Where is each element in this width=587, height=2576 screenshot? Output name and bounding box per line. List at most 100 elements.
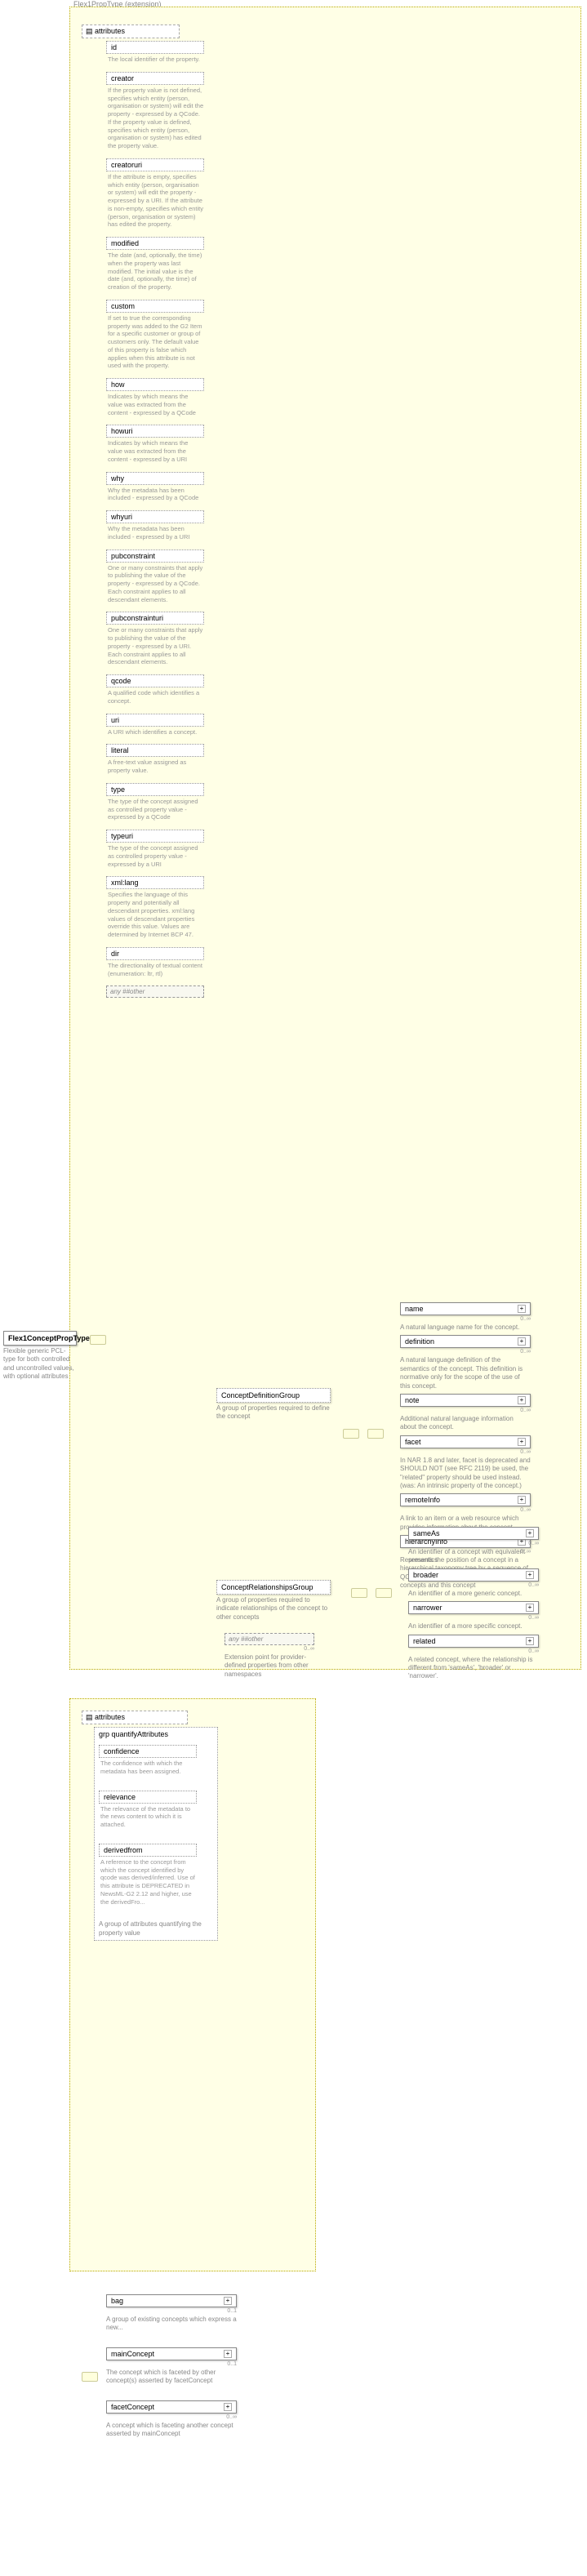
element-facet: facet+0..∞In NAR 1.8 and later, facet is… <box>400 1435 531 1491</box>
attr-name[interactable]: howuri <box>106 425 204 438</box>
element-desc: A natural language name for the concept. <box>400 1324 531 1332</box>
element-mult: 0..∞ <box>408 1648 539 1654</box>
expand-icon[interactable]: + <box>526 1637 534 1645</box>
expand-icon[interactable]: + <box>224 2403 232 2411</box>
element-mult: 0..∞ <box>106 2414 237 2420</box>
element-related: related+0..∞ A related concept, where the… <box>408 1635 539 1681</box>
attr-name[interactable]: modified <box>106 237 204 250</box>
expand-icon[interactable]: + <box>526 1604 534 1612</box>
element-box[interactable]: remoteInfo+ <box>400 1493 531 1506</box>
crg-box[interactable]: ConceptRelationshipsGroup <box>216 1580 331 1595</box>
attr-name[interactable]: why <box>106 472 204 485</box>
attr-desc: The type of the concept assigned as cont… <box>106 844 204 868</box>
attr-name[interactable]: id <box>106 41 204 54</box>
attr-name[interactable]: derivedfrom <box>99 1844 197 1857</box>
choice-icon <box>82 2372 98 2382</box>
attr-name[interactable]: typeuri <box>106 830 204 843</box>
attr-qcode: qcodeA qualified code which identifies a… <box>106 674 204 705</box>
attr-name[interactable]: creatoruri <box>106 158 204 171</box>
expand-icon[interactable]: + <box>518 1305 526 1313</box>
attr-name[interactable]: confidence <box>99 1745 197 1758</box>
element-box[interactable]: bag+ <box>106 2294 237 2307</box>
attr-desc: The date (and, optionally, the time) whe… <box>106 251 204 291</box>
expand-icon[interactable]: + <box>526 1529 534 1537</box>
main-type-desc: Flexible generic PCL-type for both contr… <box>3 1347 77 1381</box>
element-mainConcept: mainConcept+0..1The concept which is fac… <box>106 2347 237 2386</box>
expand-icon[interactable]: + <box>518 1396 526 1404</box>
element-bag: bag+0..1A group of existing concepts whi… <box>106 2294 237 2333</box>
element-box[interactable]: note + <box>400 1394 531 1407</box>
element-facetConcept: facetConcept+0..∞A concept which is face… <box>106 2400 237 2439</box>
main-type-box[interactable]: Flex1ConceptPropType <box>3 1331 77 1346</box>
attr-name[interactable]: uri <box>106 714 204 727</box>
expand-icon[interactable]: + <box>518 1337 526 1346</box>
attr-name[interactable]: custom <box>106 300 204 313</box>
main-type-name: Flex1ConceptPropType <box>8 1334 90 1342</box>
attributes-group-box-2[interactable]: attributes <box>82 1711 188 1724</box>
any-other-box[interactable]: any ##other <box>225 1633 314 1645</box>
attr-how: howIndicates by which means the value wa… <box>106 378 204 416</box>
element-box[interactable]: related+ <box>408 1635 539 1648</box>
element-mult: 0..∞ <box>400 1507 531 1513</box>
any-other-mult: 0..∞ <box>225 1646 314 1652</box>
attr-name[interactable]: creator <box>106 72 204 85</box>
attr-xml-lang: xml:langSpecifies the language of this p… <box>106 876 204 939</box>
quantify-attributes-group[interactable]: grp quantifyAttributes confidence The con… <box>94 1727 218 1941</box>
attr-name[interactable]: pubconstraint <box>106 549 204 563</box>
attr-desc: The relevance of the metadata to the new… <box>99 1805 197 1829</box>
attr-name[interactable]: literal <box>106 744 204 757</box>
element-box[interactable]: broader+ <box>408 1568 539 1582</box>
attr-desc: Why the metadata has been included - exp… <box>106 487 204 503</box>
attr-name[interactable]: qcode <box>106 674 204 687</box>
attr-custom: customIf set to true the corresponding p… <box>106 300 204 370</box>
attr-name[interactable]: type <box>106 783 204 796</box>
element-desc: The concept which is faceted by other co… <box>106 2369 237 2386</box>
element-box[interactable]: facet+ <box>400 1435 531 1448</box>
element-mult: 0..∞ <box>408 1582 539 1588</box>
element-name: name+0..∞A natural language name for the… <box>400 1302 531 1332</box>
attr-desc: Indicates by which means the value was e… <box>106 439 204 463</box>
attributes-group-box[interactable]: attributes <box>82 24 180 38</box>
element-box[interactable]: sameAs+ <box>408 1527 539 1540</box>
expand-icon[interactable]: + <box>224 2350 232 2358</box>
attr-name[interactable]: relevance <box>99 1791 197 1804</box>
choice-icon <box>367 1429 384 1439</box>
expand-icon[interactable]: + <box>526 1571 534 1579</box>
element-box[interactable]: mainConcept+ <box>106 2347 237 2360</box>
element-box[interactable]: definition + <box>400 1335 531 1348</box>
attr-name[interactable]: whyuri <box>106 510 204 523</box>
attr-desc: If the attribute is empty, specifies whi… <box>106 173 204 229</box>
attr-name[interactable]: pubconstrainturi <box>106 612 204 625</box>
expand-icon[interactable]: + <box>518 1438 526 1446</box>
element-box[interactable]: name+ <box>400 1302 531 1315</box>
attr-name[interactable]: dir <box>106 947 204 960</box>
expand-icon[interactable]: + <box>224 2297 232 2305</box>
expand-icon[interactable]: + <box>518 1496 526 1504</box>
attr-modified: modifiedThe date (and, optionally, the t… <box>106 237 204 291</box>
choice-icon <box>376 1588 392 1598</box>
attr-pubconstraint: pubconstraintOne or many constraints tha… <box>106 549 204 604</box>
attr-name[interactable]: how <box>106 378 204 391</box>
qa-label: grp quantifyAttributes <box>99 1730 168 1738</box>
attr-desc: One or many constraints that apply to pu… <box>106 626 204 666</box>
element-desc: A natural language definition of the sem… <box>400 1356 531 1390</box>
element-box[interactable]: narrower+ <box>408 1601 539 1614</box>
qa-attr-derivedfrom: derivedfromA reference to the concept fr… <box>99 1844 197 1906</box>
concept-relationships-group: ConceptRelationshipsGroup A group of pro… <box>216 1580 331 1622</box>
element-name: note <box>405 1396 420 1404</box>
cdg-box[interactable]: ConceptDefinitionGroup <box>216 1388 331 1403</box>
element-broader: broader+0..∞An identifier of a more gene… <box>408 1568 539 1598</box>
main-type-container: Flex1ConceptPropType Flexible generic PC… <box>3 1331 77 1381</box>
attr-dir: dir The directionality of textual content… <box>106 947 204 978</box>
attr-desc: The confidence with which the metadata h… <box>99 1760 197 1776</box>
element-name: definition <box>405 1337 434 1346</box>
element-mult: 0..∞ <box>400 1449 531 1455</box>
attr-desc: One or many constraints that apply to pu… <box>106 564 204 604</box>
element-definition: definition+0..∞A natural language defini… <box>400 1335 531 1390</box>
attr-desc: The directionality of textual content (e… <box>106 962 204 978</box>
any-other-extension: any ##other 0..∞ Extension point for pro… <box>225 1633 314 1679</box>
attr-name[interactable]: xml:lang <box>106 876 204 889</box>
attr-any-other[interactable]: any ##other <box>106 985 204 998</box>
element-box[interactable]: facetConcept+ <box>106 2400 237 2414</box>
element-desc: A related concept, where the relationshi… <box>408 1656 539 1681</box>
